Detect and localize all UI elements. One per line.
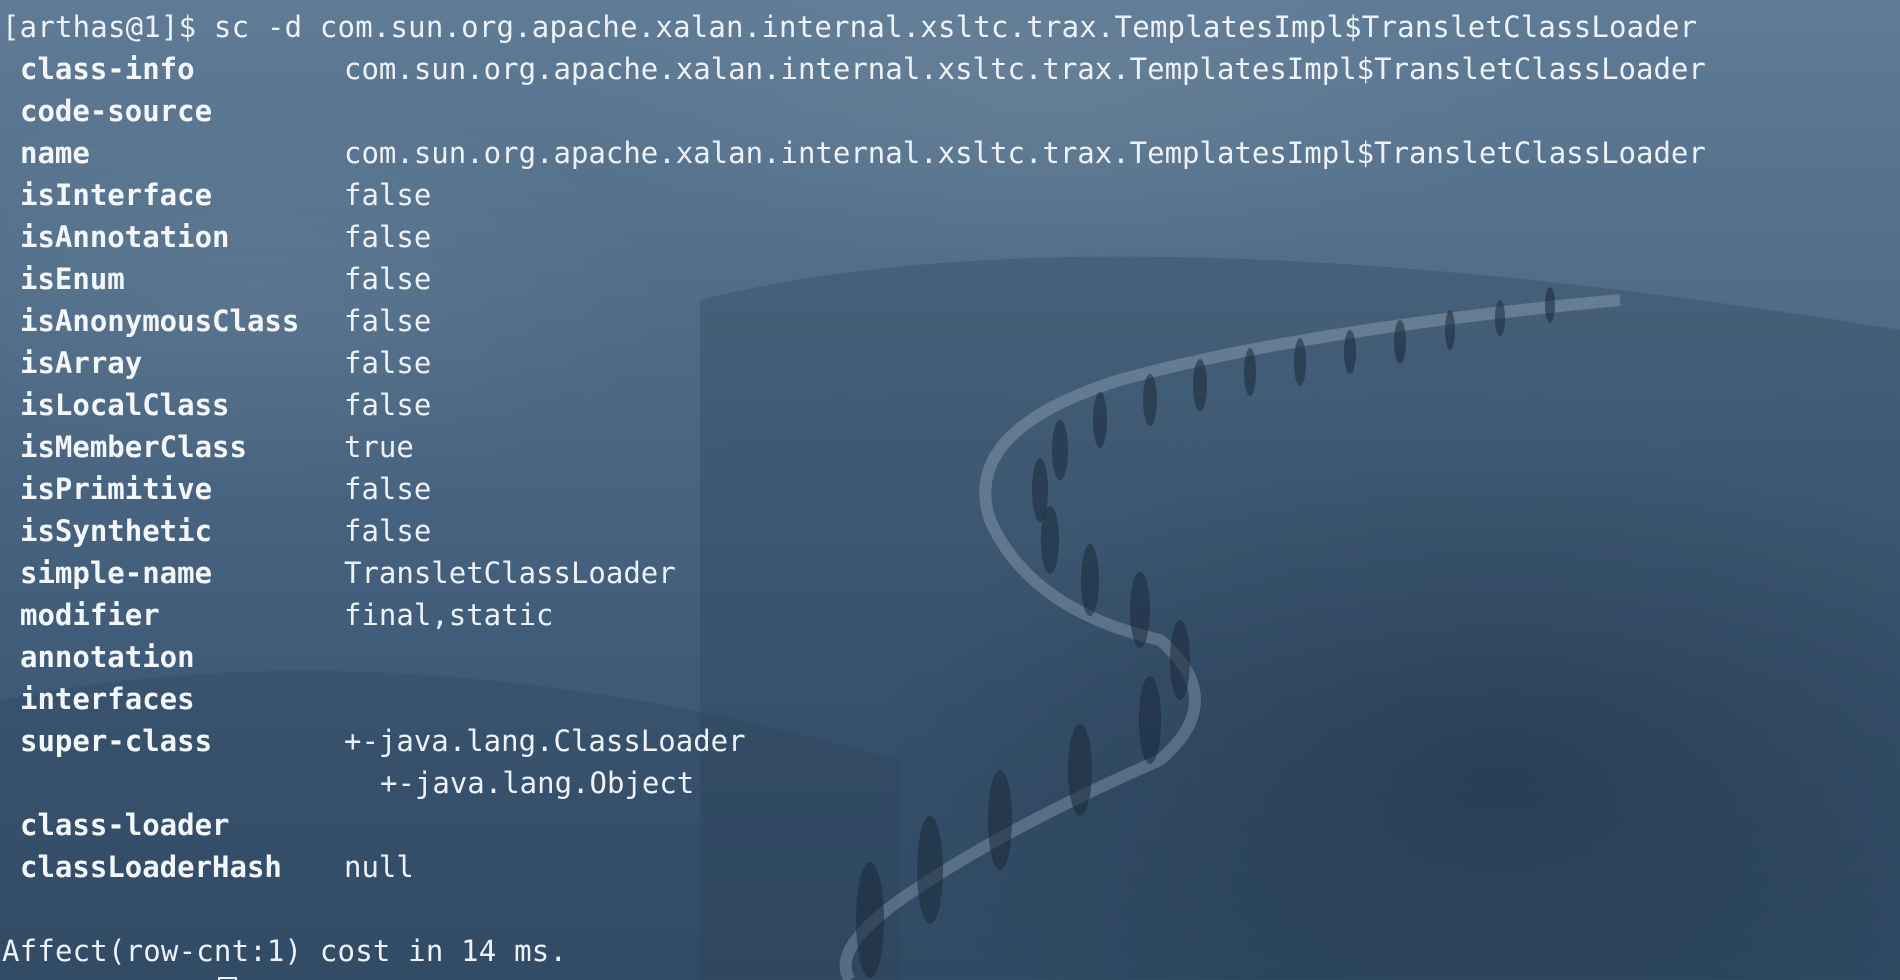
field-value: false: [344, 388, 432, 422]
command-text: sc -d com.sun.org.apache.xalan.internal.…: [196, 10, 1698, 44]
table-row: isMemberClass true: [2, 426, 1900, 468]
shell-prompt: [arthas@1]$: [2, 10, 197, 44]
table-row: isSynthetic false: [2, 510, 1900, 552]
field-value: com.sun.org.apache.xalan.internal.xsltc.…: [344, 52, 1706, 86]
field-key: isMemberClass: [20, 430, 247, 464]
field-value: null: [344, 850, 414, 884]
field-key: code-source: [20, 94, 213, 128]
table-row: isInterface false: [2, 174, 1900, 216]
field-key: [2, 762, 344, 804]
table-row: name com.sun.org.apache.xalan.internal.xs…: [2, 132, 1900, 174]
table-row: super-class +-java.lang.ClassLoader: [2, 720, 1900, 762]
table-row: classLoaderHash null: [2, 846, 1900, 888]
field-value: +-java.lang.Object: [380, 766, 695, 800]
table-row: modifier final,static: [2, 594, 1900, 636]
field-key: isInterface: [20, 178, 213, 212]
result-summary: Affect(row-cnt:1) cost in 14 ms.: [2, 934, 568, 968]
field-key: modifier: [20, 598, 160, 632]
field-key: class-loader: [20, 808, 230, 842]
field-value: +-java.lang.ClassLoader: [344, 724, 746, 758]
field-value: false: [344, 472, 432, 506]
table-row: +-java.lang.Object: [2, 762, 1900, 804]
field-key: simple-name: [20, 556, 213, 590]
field-value: TransletClassLoader: [344, 556, 676, 590]
field-key: isPrimitive: [20, 472, 213, 506]
field-key: annotation: [20, 640, 195, 674]
field-value: true: [344, 430, 414, 464]
field-value: false: [344, 262, 432, 296]
field-key: interfaces: [20, 682, 195, 716]
field-key: isLocalClass: [20, 388, 230, 422]
field-key: isSynthetic: [20, 514, 213, 548]
table-row: annotation: [2, 636, 1900, 678]
field-value: false: [344, 178, 432, 212]
table-row: isEnum false: [2, 258, 1900, 300]
field-value: false: [344, 220, 432, 254]
field-value: false: [344, 514, 432, 548]
class-detail-table: class-info com.sun.org.apache.xalan.inter…: [2, 48, 1900, 888]
table-row: class-loader: [2, 804, 1900, 846]
field-key: super-class: [20, 724, 213, 758]
table-row: simple-name TransletClassLoader: [2, 552, 1900, 594]
field-value: final,static: [344, 598, 554, 632]
command-line: [arthas@1]$ sc -d com.sun.org.apache.xal…: [2, 6, 1900, 48]
field-value: false: [344, 304, 432, 338]
table-row: isAnnotation false: [2, 216, 1900, 258]
table-row: class-info com.sun.org.apache.xalan.inter…: [2, 48, 1900, 90]
field-key: isArray: [20, 346, 143, 380]
table-row: interfaces: [2, 678, 1900, 720]
field-key: isAnnotation: [20, 220, 230, 254]
field-key: isEnum: [20, 262, 125, 296]
field-key: classLoaderHash: [20, 850, 282, 884]
field-key: name: [20, 136, 90, 170]
table-row: isPrimitive false: [2, 468, 1900, 510]
field-value: com.sun.org.apache.xalan.internal.xsltc.…: [344, 136, 1706, 170]
table-row: isArray false: [2, 342, 1900, 384]
field-value: false: [344, 346, 432, 380]
table-row: isAnonymousClass false: [2, 300, 1900, 342]
field-key: isAnonymousClass: [20, 304, 300, 338]
table-row: code-source: [2, 90, 1900, 132]
terminal-window[interactable]: [arthas@1]$ sc -d com.sun.org.apache.xal…: [0, 0, 1900, 980]
prompt-cursor-line[interactable]: [2, 972, 1900, 980]
field-key: class-info: [20, 52, 195, 86]
table-row: isLocalClass false: [2, 384, 1900, 426]
